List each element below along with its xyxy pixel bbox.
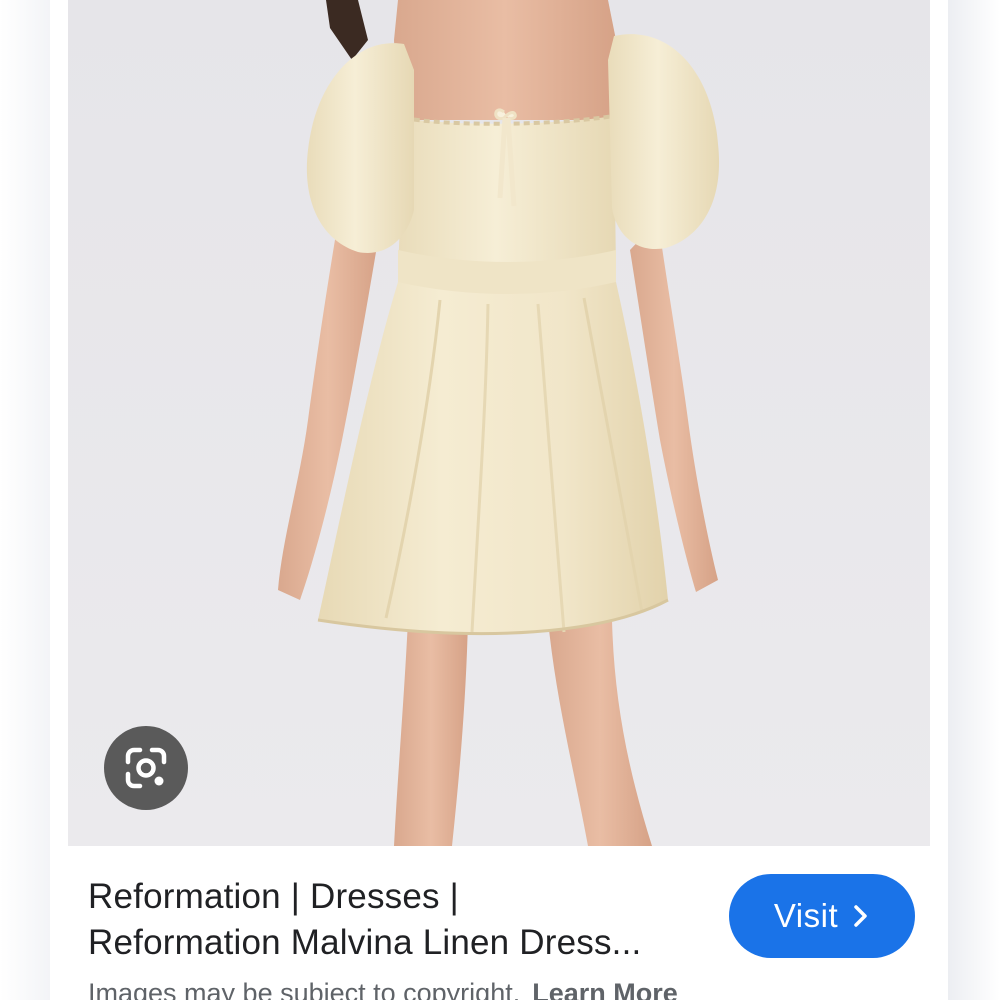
visit-button-label: Visit (773, 897, 839, 934)
right-edge-background (948, 0, 1000, 1000)
visit-button[interactable]: Visit (729, 874, 915, 958)
copyright-text: Images may be subject to copyright. (88, 978, 521, 1000)
chevron-right-icon (854, 905, 867, 927)
google-lens-icon (125, 747, 167, 789)
screenshot-page: Reformation | Dresses | Reformation Malv… (0, 0, 1000, 1000)
left-edge-background (0, 0, 50, 1000)
neck-and-chest (394, 0, 616, 120)
product-image[interactable] (68, 0, 930, 846)
copyright-notice: Images may be subject to copyright. Learn… (88, 978, 678, 1000)
google-lens-button[interactable] (104, 726, 188, 810)
result-title-line-2: Reformation Malvina Linen Dress... (88, 923, 642, 962)
result-title-line-1: Reformation | Dresses | (88, 877, 459, 916)
result-title[interactable]: Reformation | Dresses | Reformation Malv… (88, 874, 708, 966)
image-result-card: Reformation | Dresses | Reformation Malv… (50, 0, 948, 1000)
dress-photo-illustration (68, 0, 930, 846)
learn-more-link[interactable]: Learn More (532, 978, 678, 1000)
